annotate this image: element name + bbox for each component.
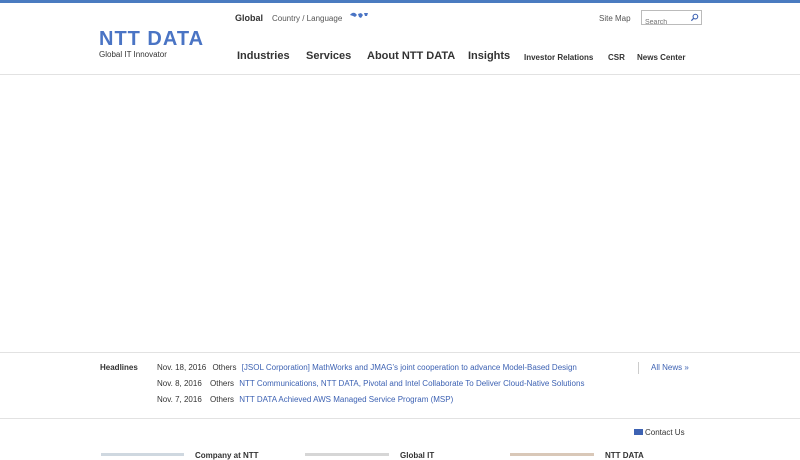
headlines-title: Headlines	[100, 363, 138, 372]
headline-category: Others	[210, 379, 235, 388]
site-map-link[interactable]: Site Map	[599, 14, 631, 23]
country-language-link[interactable]: Country / Language	[272, 14, 342, 23]
ntt-data-logo[interactable]: NTT DATA Global IT Innovator	[99, 29, 204, 60]
headline-category: Others	[210, 395, 235, 404]
mail-icon	[634, 428, 643, 435]
headlines-section: Headlines Nov. 18, 2016 Others [JSOL Cor…	[0, 352, 800, 419]
nav-insights[interactable]: Insights	[468, 50, 510, 62]
headline-date: Nov. 7, 2016	[157, 395, 202, 404]
nav-csr[interactable]: CSR	[608, 53, 625, 62]
nav-services[interactable]: Services	[306, 50, 351, 62]
hero-area	[0, 76, 800, 352]
logo-wordmark: NTT DATA	[99, 28, 205, 50]
headline-date: Nov. 8, 2016	[157, 379, 202, 388]
headline-link[interactable]: NTT Communications, NTT DATA, Pivotal an…	[239, 379, 607, 388]
site-header: NTT DATA Global IT Innovator Global Coun…	[0, 3, 800, 75]
contact-us-link[interactable]: Contact Us	[634, 428, 685, 437]
headline-date: Nov. 18, 2016	[157, 363, 207, 372]
headline-item: Nov. 18, 2016 Others [JSOL Corporation] …	[157, 363, 607, 372]
search-box	[641, 10, 702, 29]
nav-news-center[interactable]: News Center	[637, 53, 685, 62]
global-site-label: Global	[235, 13, 264, 23]
search-input[interactable]	[642, 16, 688, 29]
world-map-icon[interactable]	[349, 11, 369, 21]
headline-item: Nov. 8, 2016 Others NTT Communications, …	[157, 379, 607, 388]
headline-item: Nov. 7, 2016 Others NTT DATA Achieved AW…	[157, 395, 599, 404]
logo-tagline: Global IT Innovator	[99, 50, 167, 59]
nav-investor-relations[interactable]: Investor Relations	[524, 53, 593, 62]
search-icon[interactable]	[690, 13, 699, 22]
headline-category: Others	[212, 363, 237, 372]
headlines-divider	[638, 362, 639, 374]
headline-link[interactable]: [JSOL Corporation] MathWorks and JMAG’s …	[242, 363, 607, 372]
headline-link[interactable]: NTT DATA Achieved AWS Managed Service Pr…	[239, 395, 599, 404]
nav-about[interactable]: About NTT DATA	[367, 50, 455, 62]
all-news-link[interactable]: All News »	[651, 363, 689, 372]
nav-industries[interactable]: Industries	[237, 50, 290, 62]
contact-us-label: Contact Us	[645, 428, 685, 437]
